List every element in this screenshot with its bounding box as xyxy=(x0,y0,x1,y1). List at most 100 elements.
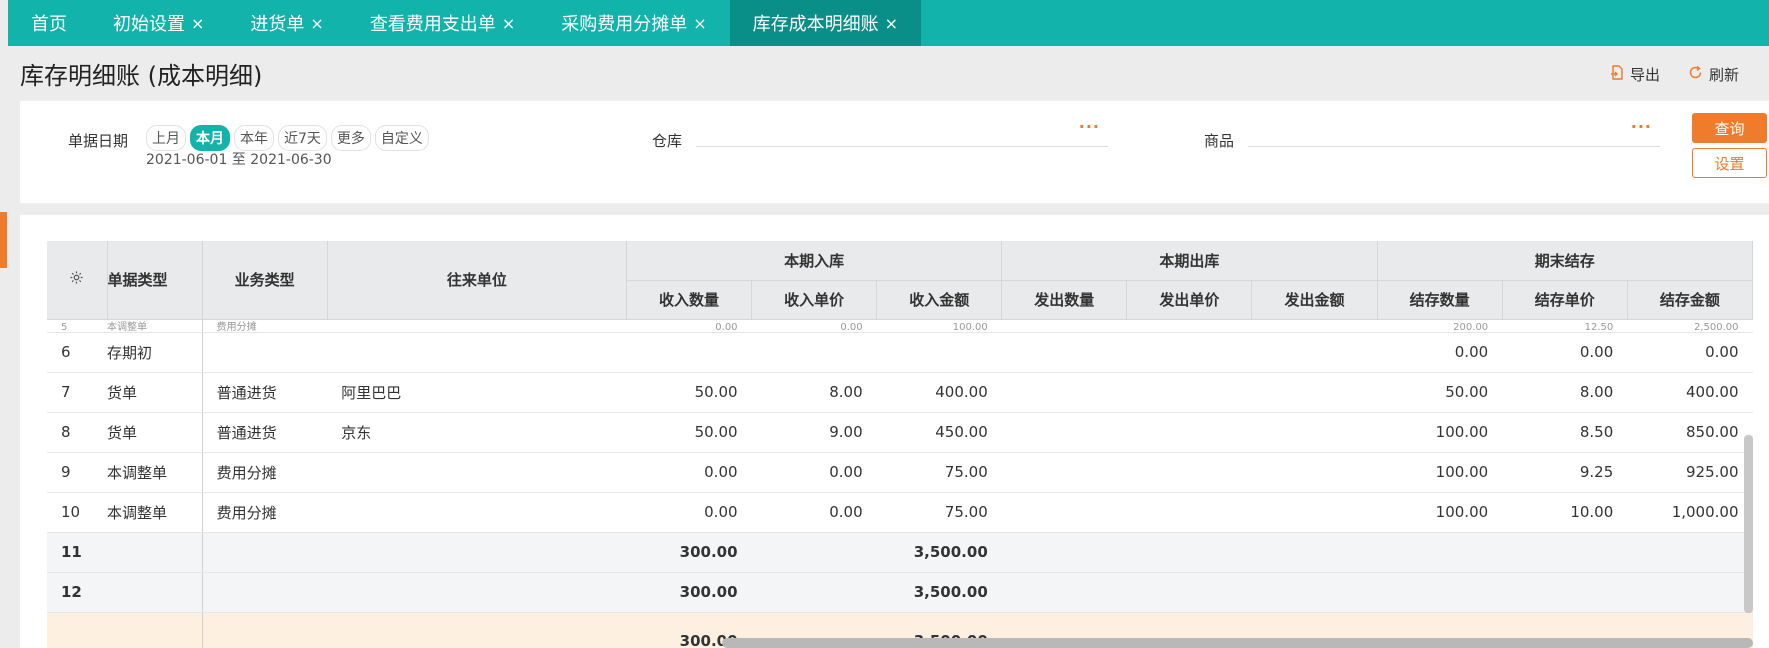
summary-row[interactable]: 12 300.00 3,500.00 xyxy=(47,572,1753,613)
header-in-price[interactable]: 收入单价 xyxy=(751,280,878,320)
more-icon[interactable]: ··· xyxy=(1631,117,1652,136)
cell-doc-type: 货单 xyxy=(107,412,203,453)
cell-in-price: 9.00 xyxy=(751,412,877,453)
cell-out-amount xyxy=(1251,332,1378,373)
product-field[interactable]: ··· xyxy=(1248,115,1660,147)
row-index: 12 xyxy=(47,572,108,613)
cell-in-qty: 300.00 xyxy=(626,532,752,573)
tab-purchase-order[interactable]: 进货单 × xyxy=(227,0,346,46)
table-row[interactable]: 7 货单 普通进货 阿里巴巴 50.00 8.00 400.00 50.00 8.00 400.0… xyxy=(47,372,1753,413)
close-icon[interactable]: × xyxy=(693,14,706,33)
more-icon[interactable]: ··· xyxy=(1079,117,1100,136)
header-doc-type[interactable]: 单据类型 xyxy=(107,241,203,320)
header-biz-type[interactable]: 业务类型 xyxy=(202,241,328,320)
cell-doc-type: 存期初 xyxy=(107,332,203,373)
chip-this-year[interactable]: 本年 xyxy=(234,125,274,151)
cell-in-price: 0.00 xyxy=(751,319,877,333)
cell-out-qty xyxy=(1001,319,1127,333)
header-partner[interactable]: 往来单位 xyxy=(327,241,627,320)
tab-initial-settings[interactable]: 初始设置 × xyxy=(90,0,227,46)
row-index: 8 xyxy=(47,412,108,453)
cell-in-amount: 75.00 xyxy=(876,452,1002,493)
column-settings[interactable] xyxy=(47,241,108,320)
side-drawer-handle[interactable] xyxy=(0,212,7,268)
refresh-button[interactable]: 刷新 xyxy=(1688,64,1739,85)
cell-biz-type: 费用分摊 xyxy=(202,452,328,493)
cell-in-amount: 400.00 xyxy=(876,372,1002,413)
row-index xyxy=(47,611,108,648)
cell-end-price: 8.50 xyxy=(1502,412,1628,453)
gear-icon[interactable] xyxy=(69,270,84,289)
chip-this-month[interactable]: 本月 xyxy=(190,125,230,151)
header-end-price[interactable]: 结存单价 xyxy=(1502,280,1628,320)
cell-out-price xyxy=(1126,572,1252,613)
settings-button[interactable]: 设置 xyxy=(1692,148,1767,178)
header-out-qty[interactable]: 发出数量 xyxy=(1001,280,1128,320)
query-button[interactable]: 查询 xyxy=(1692,113,1767,143)
cell-biz-type: 普通进货 xyxy=(202,412,328,453)
cell-doc-type xyxy=(107,611,203,648)
warehouse-field[interactable]: ··· xyxy=(696,115,1108,147)
header-end-qty[interactable]: 结存数量 xyxy=(1377,280,1503,320)
cell-in-amount: 75.00 xyxy=(876,492,1002,533)
export-button[interactable]: 导出 xyxy=(1610,64,1660,85)
tab-home[interactable]: 首页 xyxy=(8,0,90,46)
cell-partner: 京东 xyxy=(327,412,627,453)
cell-doc-type: 本调整单 xyxy=(107,452,203,493)
table-row-partial[interactable]: 5 本调整单 费用分摊 0.00 0.00 100.00 200.00 12.5… xyxy=(47,319,1753,333)
row-index: 9 xyxy=(47,452,108,493)
cell-partner xyxy=(327,572,627,613)
cell-out-qty xyxy=(1001,332,1127,373)
cell-out-amount xyxy=(1251,412,1378,453)
row-index: 11 xyxy=(47,532,108,573)
cell-in-qty: 50.00 xyxy=(626,412,752,453)
date-range: 2021-06-01 至 2021-06-30 xyxy=(146,152,332,168)
product-label: 商品 xyxy=(1204,132,1235,150)
cell-out-price xyxy=(1126,452,1252,493)
cell-in-qty: 300.00 xyxy=(626,572,752,613)
cell-end-qty xyxy=(1377,532,1503,573)
chip-custom[interactable]: 自定义 xyxy=(374,125,429,151)
close-icon[interactable]: × xyxy=(191,14,204,33)
cell-out-amount xyxy=(1251,319,1378,333)
header-group-end: 期末结存 xyxy=(1377,241,1753,281)
close-icon[interactable]: × xyxy=(502,14,515,33)
cell-biz-type: 费用分摊 xyxy=(202,492,328,533)
cell-end-amount: 850.00 xyxy=(1627,412,1753,453)
table-row[interactable]: 10 本调整单 费用分摊 0.00 0.00 75.00 100.00 10.00 1,000.… xyxy=(47,492,1753,533)
page-actions: 导出 刷新 xyxy=(1610,64,1739,85)
tab-expense-view[interactable]: 查看费用支出单 × xyxy=(347,0,538,46)
cell-end-amount: 2,500.00 xyxy=(1627,319,1753,333)
chip-last-month[interactable]: 上月 xyxy=(146,125,186,151)
cell-biz-type xyxy=(202,332,328,373)
export-label: 导出 xyxy=(1629,66,1660,84)
summary-row[interactable]: 11 300.00 3,500.00 xyxy=(47,532,1753,573)
chip-last-7-days[interactable]: 近7天 xyxy=(278,125,327,151)
tab-cost-allocation[interactable]: 采购费用分摊单 × xyxy=(538,0,729,46)
chip-more[interactable]: 更多 xyxy=(330,125,371,151)
cell-out-amount xyxy=(1251,532,1378,573)
tab-label: 库存成本明细账 xyxy=(752,14,879,35)
cell-partner xyxy=(327,532,627,573)
cell-end-price: 0.00 xyxy=(1502,332,1628,373)
cell-doc-type: 本调整单 xyxy=(107,319,203,333)
tab-bar: 首页 初始设置 × 进货单 × 查看费用支出单 × 采购费用分摊单 × 库存成本明细账 × xyxy=(8,0,1769,46)
header-out-amount[interactable]: 发出金额 xyxy=(1251,280,1378,320)
horizontal-scrollbar[interactable] xyxy=(722,638,1753,648)
header-in-qty[interactable]: 收入数量 xyxy=(626,280,753,320)
table-row[interactable]: 8 货单 普通进货 京东 50.00 9.00 450.00 100.00 8.50 850.00 xyxy=(47,412,1753,453)
table-row[interactable]: 6 存期初 0.00 0.00 0.00 xyxy=(47,332,1753,373)
close-icon[interactable]: × xyxy=(885,14,898,33)
tab-inventory-cost-ledger[interactable]: 库存成本明细账 × xyxy=(729,0,922,46)
cell-out-amount xyxy=(1251,492,1378,533)
cell-end-qty: 0.00 xyxy=(1377,332,1503,373)
header-out-price[interactable]: 发出单价 xyxy=(1126,280,1253,320)
table-row[interactable]: 9 本调整单 费用分摊 0.00 0.00 75.00 100.00 9.25 925.00 xyxy=(47,452,1753,493)
header-end-amount[interactable]: 结存金额 xyxy=(1627,280,1753,320)
cell-end-amount xyxy=(1627,572,1753,613)
cell-in-amount: 450.00 xyxy=(876,412,1002,453)
vertical-scrollbar[interactable] xyxy=(1744,435,1753,613)
header-in-amount[interactable]: 收入金额 xyxy=(876,280,1003,320)
close-icon[interactable]: × xyxy=(310,14,323,33)
cell-out-qty xyxy=(1001,492,1127,533)
